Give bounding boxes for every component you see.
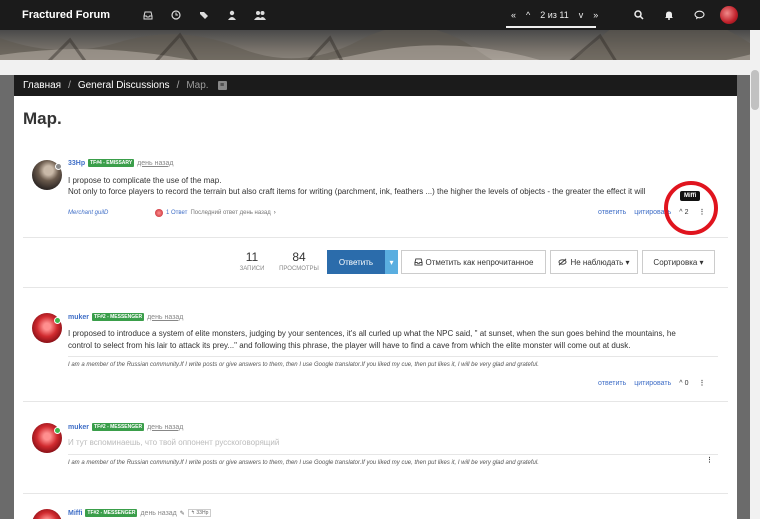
online-status-icon — [54, 427, 61, 434]
breadcrumb: Главная / General Discussions / Map. ≡ — [14, 75, 737, 96]
breadcrumb-home[interactable]: Главная — [23, 80, 61, 91]
reply-count[interactable]: 1 Ответ — [166, 210, 187, 216]
user-badge: TF#2 - MESSENGER — [85, 509, 138, 517]
post-author[interactable]: Miffi — [68, 510, 82, 517]
views-label: ПРОСМОТРЫ — [279, 266, 319, 272]
user-badge: TF#2 - MESSENGER — [92, 423, 145, 431]
post-time[interactable]: день назад — [137, 160, 173, 167]
watch-button[interactable]: Не наблюдать ▾ — [550, 250, 638, 274]
signature-divider — [68, 454, 718, 455]
user-badge: TF#2 - MESSENGER — [92, 313, 145, 321]
signature-link[interactable]: Merchant guilD — [68, 210, 108, 216]
reply-to-tag[interactable]: ↰ 33Hp — [187, 509, 212, 517]
breadcrumb-separator: / — [68, 80, 71, 91]
divider — [23, 237, 728, 238]
brand-logo[interactable]: Fractured Forum — [22, 9, 110, 21]
post-meta: 33Hp TF#4 - EMISSARY день назад — [68, 159, 173, 167]
divider — [23, 401, 728, 402]
first-page-icon[interactable]: « — [511, 10, 516, 20]
sort-button[interactable]: Сортировка ▾ — [642, 250, 715, 274]
next-page-icon[interactable]: v — [579, 10, 584, 20]
prev-page-icon[interactable]: ^ — [526, 10, 530, 20]
post-time[interactable]: день назад — [147, 314, 183, 321]
quote-action[interactable]: цитировать — [634, 380, 671, 387]
breadcrumb-current: Map. — [186, 80, 209, 91]
bell-icon[interactable] — [654, 0, 684, 30]
search-icon[interactable] — [624, 0, 654, 30]
posts-count: 11 — [245, 250, 259, 264]
pager-progress — [506, 26, 596, 28]
last-page-icon[interactable]: » — [593, 10, 598, 20]
edit-icon: ✎ — [179, 510, 185, 517]
watch-label: Не наблюдать ▾ — [570, 257, 630, 267]
user-icon[interactable] — [218, 0, 246, 30]
inbox-icon[interactable] — [134, 0, 162, 30]
post-signature: I am a member of the Russian community.I… — [68, 362, 539, 368]
reply-action[interactable]: ответить — [598, 380, 626, 387]
divider — [23, 287, 728, 288]
reply-dropdown-button[interactable]: ▾ — [385, 250, 398, 274]
page-indicator[interactable]: 2 из 11 — [540, 10, 569, 20]
online-status-icon — [54, 317, 61, 324]
post-signature: I am a member of the Russian community.I… — [68, 460, 539, 466]
annotation-circle — [664, 181, 718, 235]
more-options-icon[interactable]: ⋮ — [706, 456, 713, 464]
last-reply-text: Последний ответ день назад — [190, 210, 271, 216]
thread-card: Главная / General Discussions / Map. ≡ M… — [14, 75, 737, 519]
breadcrumb-category[interactable]: General Discussions — [78, 80, 170, 91]
post-meta: muker TF#2 - MESSENGER день назад — [68, 313, 183, 321]
users-icon[interactable] — [246, 0, 274, 30]
post-author[interactable]: muker — [68, 424, 89, 431]
nav-icons — [134, 0, 274, 30]
post-time[interactable]: день назад — [140, 510, 176, 517]
eye-slash-icon — [558, 258, 567, 266]
post-body-line-1: I proposed to introduce a system of elit… — [68, 329, 676, 338]
user-badge: TF#4 - EMISSARY — [88, 159, 135, 167]
post-actions: ⋮ — [706, 456, 713, 464]
post-body-line-2: Not only to force players to record the … — [68, 187, 646, 196]
navbar-right — [624, 0, 738, 30]
reply-summary[interactable]: 1 Ответ Последний ответ день назад › — [155, 209, 276, 217]
chat-icon[interactable] — [684, 0, 714, 30]
rss-icon[interactable]: ≡ — [217, 81, 227, 90]
reply-button[interactable]: Ответить — [327, 250, 385, 274]
signature-divider — [68, 356, 718, 357]
posts-label: ЗАПИСИ — [239, 266, 265, 272]
scroll-thumb[interactable] — [751, 70, 759, 110]
views-count: 84 — [292, 250, 306, 264]
post-time[interactable]: день назад — [147, 424, 183, 431]
mark-unread-button[interactable]: Отметить как непрочитанное — [401, 250, 546, 274]
posts-stat: 11 ЗАПИСИ — [232, 250, 272, 272]
offline-status-icon — [55, 163, 62, 170]
page-title: Map. — [23, 109, 62, 128]
breadcrumb-separator: / — [176, 80, 180, 91]
post-author[interactable]: muker — [68, 314, 89, 321]
post-meta: muker TF#2 - MESSENGER день назад — [68, 423, 183, 431]
reply-to-user: 33Hp — [196, 510, 209, 516]
inbox-icon — [414, 258, 423, 266]
reply-action[interactable]: ответить — [598, 209, 626, 216]
like-count: 0 — [684, 379, 689, 387]
replier-avatar — [155, 209, 163, 217]
post-actions: ответить цитировать ^ 0 ⋮ — [598, 379, 705, 388]
chevron-right-icon[interactable]: › — [274, 210, 276, 216]
tags-icon[interactable] — [190, 0, 218, 30]
post-author[interactable]: 33Hp — [68, 160, 85, 167]
mark-unread-label: Отметить как непрочитанное — [425, 257, 534, 267]
page-background — [0, 60, 760, 75]
divider — [23, 493, 728, 494]
views-stat: 84 ПРОСМОТРЫ — [274, 250, 324, 272]
upvote-icon[interactable]: ^ — [679, 380, 682, 387]
more-options-icon[interactable]: ⋮ — [698, 379, 705, 387]
page-scrollbar[interactable] — [750, 30, 760, 519]
post-body-line-2: control to select from his lair to attac… — [68, 341, 631, 350]
post-meta: Miffi TF#2 - MESSENGER день назад ✎ ↰ 33… — [68, 509, 212, 517]
avatar[interactable] — [32, 509, 62, 519]
post-body-line-1: И тут вспоминаешь, что твой оппонент рус… — [68, 438, 280, 447]
user-avatar[interactable] — [720, 6, 738, 24]
clock-icon[interactable] — [162, 0, 190, 30]
